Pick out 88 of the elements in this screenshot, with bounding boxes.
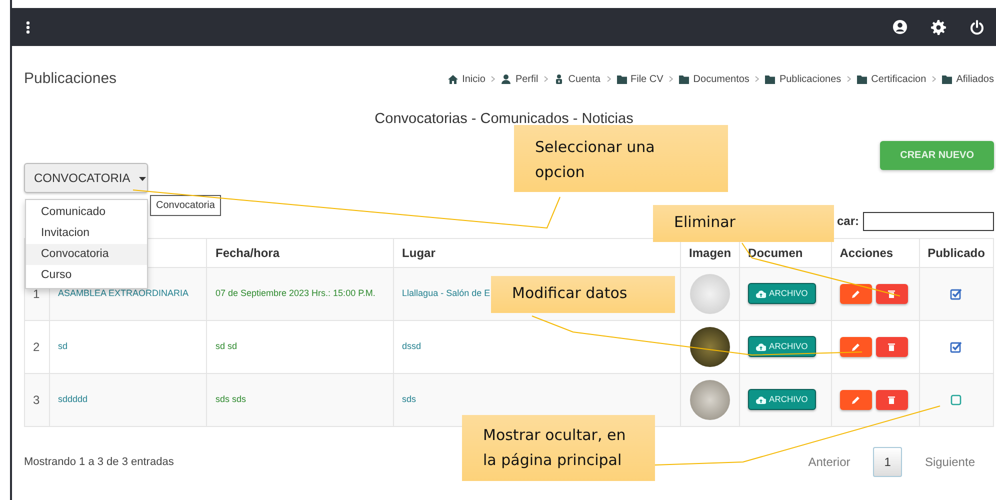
chevron-icon: [847, 76, 852, 82]
user-icon: [554, 74, 564, 84]
pencil-icon: [852, 290, 860, 298]
caret-icon: [138, 176, 146, 181]
column-header: Lugar: [402, 246, 436, 260]
table-cell: ASAMBLEA EXTRAORDINARIA: [58, 288, 188, 298]
chevron-icon: [491, 76, 496, 82]
dropdown-option[interactable]: Curso: [26, 265, 147, 286]
page-link[interactable]: Siguiente: [914, 446, 986, 477]
folder-icon: [765, 74, 776, 84]
chevron-icon: [544, 76, 548, 82]
user-icon: [501, 74, 512, 84]
table-cell: sd: [58, 341, 68, 351]
section-title: Convocatorias - Comunicados - Noticias: [374, 111, 634, 127]
search-label: car:: [836, 213, 859, 230]
download-button[interactable]: ARCHIVO: [748, 336, 816, 358]
menu-icon[interactable]: [26, 20, 30, 34]
table-cell: dssd: [402, 341, 422, 351]
photo-placeholder: [690, 380, 730, 420]
chevron-icon: [606, 76, 610, 82]
callout-note: Seleccionar una opcion: [514, 125, 728, 192]
edit-button[interactable]: [840, 336, 872, 357]
breadcrumb-link[interactable]: Afiliados: [956, 72, 994, 86]
home-icon: [448, 74, 458, 84]
trash-icon: [888, 290, 896, 298]
dropdown-option[interactable]: Convocatoria: [26, 244, 147, 265]
row-number: 3: [33, 392, 40, 407]
breadcrumb-link[interactable]: Cuenta: [568, 72, 600, 86]
table-cell: 07 de Septiembre 2023 Hrs.: 15:00 P.M.: [215, 288, 376, 298]
column-header: Acciones: [840, 246, 894, 260]
breadcrumb-link[interactable]: Inicio: [462, 72, 486, 86]
table-cell: sddddd: [58, 394, 88, 404]
page-button[interactable]: 1: [873, 446, 902, 477]
column-header: Publicado: [928, 246, 985, 260]
breadcrumb-link[interactable]: File CV: [630, 72, 664, 86]
tooltip: Convocatoria: [150, 195, 221, 216]
breadcrumb-link[interactable]: Perfil: [515, 72, 538, 86]
chevron-icon: [755, 76, 760, 82]
page-title: Publicaciones: [24, 68, 117, 89]
delete-button[interactable]: [876, 336, 908, 357]
table-cell: sds sds: [215, 394, 246, 404]
folder-icon: [679, 74, 690, 84]
delete-button[interactable]: [876, 390, 908, 410]
folder-icon: [942, 74, 952, 84]
edit-button[interactable]: [840, 284, 872, 304]
row-number: 2: [33, 340, 40, 354]
pencil-icon: [852, 342, 860, 351]
callout-note: Modificar datos: [491, 276, 675, 313]
callout-note: Eliminar: [653, 205, 834, 242]
breadcrumb-link[interactable]: Documentos: [693, 72, 750, 86]
column-header: Documen: [748, 246, 803, 260]
published-checkbox[interactable]: [950, 288, 962, 300]
download-button[interactable]: ARCHIVO: [748, 389, 816, 410]
dropdown-option[interactable]: Invitacion: [26, 223, 147, 244]
delete-button[interactable]: [876, 284, 908, 304]
cloud-icon: [756, 290, 766, 298]
search-field[interactable]: [863, 212, 994, 231]
column-header: Fecha/hora: [215, 246, 280, 260]
cloud-icon: [756, 396, 766, 404]
entries-info: Mostrando 1 a 3 de 3 entradas: [24, 454, 174, 470]
folder-icon: [616, 74, 626, 84]
settings-icon[interactable]: [931, 20, 946, 34]
user-icon[interactable]: [893, 20, 907, 34]
pencil-icon: [852, 396, 860, 404]
photo-placeholder: [690, 326, 730, 367]
edit-button[interactable]: [840, 390, 872, 410]
trash-icon: [888, 342, 896, 351]
row-number: 1: [33, 286, 40, 301]
download-button[interactable]: ARCHIVO: [748, 283, 816, 304]
published-checkbox[interactable]: [950, 394, 962, 406]
table-cell: sd sd: [215, 341, 237, 351]
breadcrumb-link[interactable]: Certificacion: [871, 72, 926, 86]
chevron-icon: [669, 76, 674, 82]
type-dropdown[interactable]: CONVOCATORIA: [24, 162, 148, 193]
photo-placeholder: [690, 274, 730, 314]
published-checkbox[interactable]: [950, 340, 962, 353]
chevron-icon: [932, 76, 936, 82]
dropdown-option[interactable]: Comunicado: [26, 202, 147, 223]
folder-icon: [857, 74, 868, 84]
column-header: Imagen: [689, 246, 732, 260]
breadcrumb-link[interactable]: Publicaciones: [779, 72, 842, 86]
table-cell: Llallagua - Salón de E: [402, 288, 490, 298]
trash-icon: [888, 396, 896, 404]
power-icon[interactable]: [970, 20, 984, 34]
callout-note: Mostrar ocultar, en la página principal: [462, 415, 655, 481]
page-link[interactable]: Anterior: [797, 446, 862, 477]
table-cell: sds: [402, 394, 416, 404]
cloud-icon: [756, 342, 766, 351]
